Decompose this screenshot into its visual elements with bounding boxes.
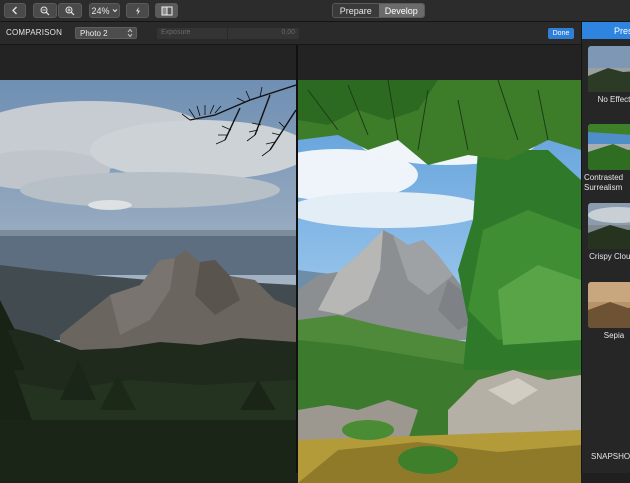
exposure-value: 0,00 [281,29,295,36]
preset-thumbnail [588,203,630,249]
chevron-down-icon [112,8,118,13]
preset-label: Contrasted Surrealism [584,173,624,192]
comparison-title: COMPARISON [6,28,63,37]
done-button[interactable]: Done [548,28,574,39]
preset-label: Sepia [603,331,625,340]
comparison-bar: COMPARISON Photo 2 Exposure 0,00 Done [0,22,581,45]
exposure-label: Exposure [161,29,191,36]
top-toolbar: 24% Prepare Develop [0,0,630,22]
photo-after [298,80,581,483]
zoom-in-button[interactable] [58,3,82,18]
zoom-level-value: 24% [91,5,110,16]
exposure-slider[interactable]: Exposure 0,00 [157,28,299,39]
preset-contrasted-surrealism[interactable]: Contrasted Surrealism [584,124,630,193]
magic-wand-icon [133,6,143,16]
tab-presets-label: Presets [614,25,630,36]
presets-panel: Presets No Effect Contrasted Surrealism … [581,22,630,473]
preset-label: No Effect [597,95,630,104]
preset-thumbnail [588,124,630,170]
chevron-left-icon [11,6,19,15]
preset-thumbnail [588,282,630,328]
exposure-slider-center-mark [227,28,228,39]
back-button[interactable] [4,3,26,18]
photo-select-value: Photo 2 [80,28,108,38]
stepper-arrows-icon [127,28,133,38]
photo-before [0,80,296,483]
tab-presets[interactable]: Presets [582,22,630,39]
zoom-out-icon [40,6,50,16]
mode-switcher: Prepare Develop [332,3,425,18]
tab-develop[interactable]: Develop [378,4,424,17]
compare-toggle-button[interactable] [155,3,178,18]
preset-sepia[interactable]: Sepia [588,282,630,341]
preset-thumbnail [588,46,630,92]
zoom-out-button[interactable] [33,3,57,18]
preset-label: Crispy Clouds [589,252,630,261]
photo-select[interactable]: Photo 2 [75,27,137,39]
tab-prepare[interactable]: Prepare [333,4,379,17]
preset-no-effect[interactable]: No Effect [588,46,630,105]
zoom-in-icon [65,6,75,16]
preset-crispy-clouds[interactable]: Crispy Clouds [588,203,630,262]
split-view-icon [161,6,173,16]
zoom-level-dropdown[interactable]: 24% [89,3,120,18]
snapshots-section-title[interactable]: SNAPSHOTS [591,452,630,461]
compare-divider-handle[interactable] [296,45,298,473]
photo-canvas[interactable] [0,45,581,483]
auto-enhance-button[interactable] [126,3,149,18]
